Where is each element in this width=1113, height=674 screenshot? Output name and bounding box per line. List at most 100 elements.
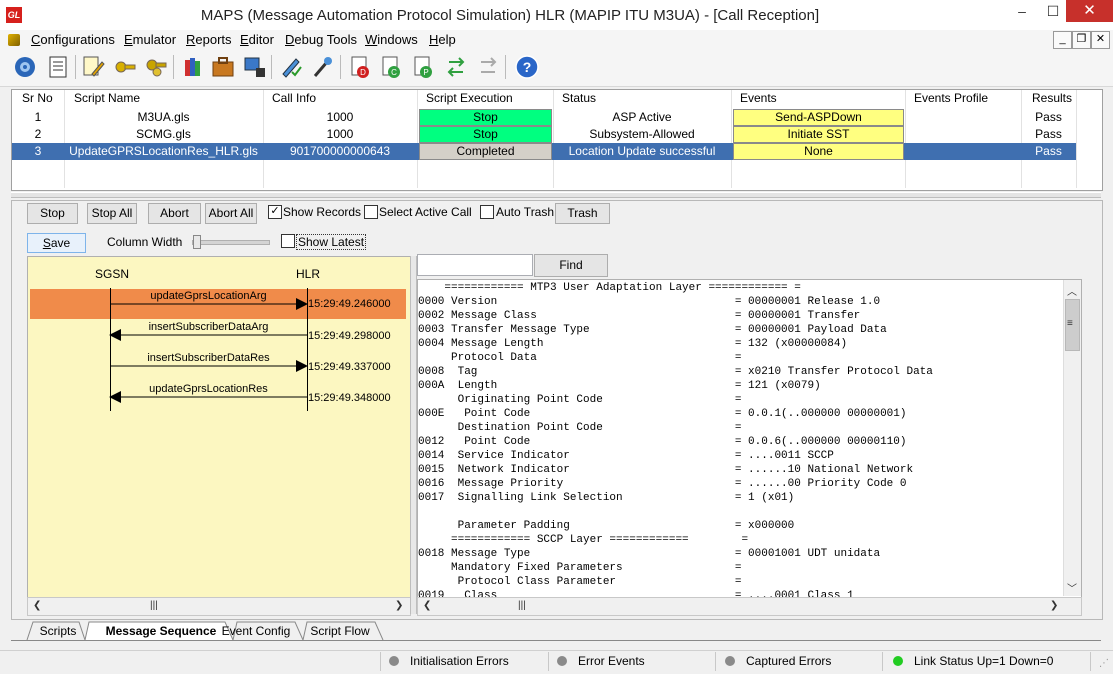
header-events-profile[interactable]: Events Profile xyxy=(914,90,988,107)
horizontal-splitter[interactable] xyxy=(11,192,1101,198)
find-button[interactable]: Find xyxy=(534,254,608,277)
row1-sr[interactable]: 1 xyxy=(12,109,64,125)
row1-stop-button[interactable]: Stop xyxy=(419,109,552,126)
row1-call-info[interactable]: 1000 xyxy=(263,109,417,125)
briefcase-icon[interactable] xyxy=(210,54,236,80)
mdi-minimize-button[interactable]: _ xyxy=(1053,31,1072,49)
decode-view[interactable]: ============ MTP3 User Adaptation Layer … xyxy=(417,279,1082,598)
scroll-thumb-grip-icon[interactable]: ||| xyxy=(150,600,158,611)
header-script-execution[interactable]: Script Execution xyxy=(426,90,513,107)
sequence-horizontal-scrollbar[interactable] xyxy=(27,597,411,616)
row3-script-name[interactable]: UpdateGPRSLocationRes_HLR.gls xyxy=(64,143,263,159)
system-menu-icon[interactable] xyxy=(8,34,20,46)
toolbar-separator xyxy=(340,55,341,79)
header-results[interactable]: Results xyxy=(1032,90,1072,107)
menu-windows[interactable]: Windows xyxy=(365,30,418,50)
scroll-down-icon[interactable]: ﹀ xyxy=(1067,580,1077,595)
row2-script-name[interactable]: SCMG.gls xyxy=(64,126,263,142)
trash-button[interactable]: Trash xyxy=(555,203,610,224)
pen-check-icon[interactable] xyxy=(278,54,304,80)
abort-button[interactable]: Abort xyxy=(148,203,201,224)
tab-script-flow[interactable]: Script Flow xyxy=(305,622,375,640)
scroll-up-icon[interactable]: ︿ xyxy=(1067,283,1077,298)
doc-p-icon[interactable]: P xyxy=(410,54,436,80)
minimize-button[interactable]: – xyxy=(1005,0,1039,22)
abort-all-button[interactable]: Abort All xyxy=(205,203,257,224)
gear-icon[interactable] xyxy=(12,54,38,80)
save-button[interactable]: Save xyxy=(27,233,86,253)
row3-event-button[interactable]: None xyxy=(733,143,904,160)
mdi-close-button[interactable]: ✕ xyxy=(1091,31,1110,49)
select-active-call-label[interactable]: Select Active Call xyxy=(379,205,472,219)
header-script-name[interactable]: Script Name xyxy=(74,90,140,107)
tab-scripts[interactable]: Scripts xyxy=(33,622,83,640)
import-export-icon[interactable] xyxy=(443,54,469,80)
scroll-right-icon[interactable]: ❯ xyxy=(1050,600,1058,611)
row1-script-name[interactable]: M3UA.gls xyxy=(64,109,263,125)
svg-text:D: D xyxy=(360,68,366,77)
show-latest-label[interactable]: Show Latest xyxy=(296,234,367,250)
row3-call-info[interactable]: 901700000000643 xyxy=(263,143,417,159)
header-status[interactable]: Status xyxy=(562,90,596,107)
message-timestamp: 15:29:49.348000 xyxy=(308,392,391,404)
close-button[interactable]: ✕ xyxy=(1066,0,1113,22)
stop-all-button[interactable]: Stop All xyxy=(87,203,137,224)
select-active-call-checkbox[interactable] xyxy=(364,205,378,219)
menu-help[interactable]: Help xyxy=(429,30,456,50)
show-records-label[interactable]: Show Records xyxy=(283,205,361,219)
monitor-lock-icon[interactable] xyxy=(242,54,268,80)
keys2-icon[interactable] xyxy=(143,54,169,80)
auto-trash-label[interactable]: Auto Trash xyxy=(496,205,554,219)
wand-icon[interactable] xyxy=(309,54,335,80)
menu-emulator[interactable]: Emulator xyxy=(124,30,176,50)
captured-errors-status[interactable]: Captured Errors xyxy=(746,654,831,668)
row1-event-button[interactable]: Send-ASPDown xyxy=(733,109,904,126)
error-events-status[interactable]: Error Events xyxy=(578,654,645,668)
message-arrow-right xyxy=(110,360,308,372)
scroll-left-icon[interactable]: ❮ xyxy=(423,600,431,611)
menu-reports[interactable]: Reports xyxy=(186,30,232,50)
scroll-right-icon[interactable]: ❯ xyxy=(395,600,403,611)
auto-trash-checkbox[interactable] xyxy=(480,205,494,219)
stop-button[interactable]: Stop xyxy=(27,203,78,224)
script-edit-icon[interactable] xyxy=(80,54,106,80)
message-timestamp: 15:29:49.246000 xyxy=(308,298,391,310)
node-sgsn: SGSN xyxy=(95,267,130,281)
row2-event-button[interactable]: Initiate SST xyxy=(733,126,904,143)
row3-sr[interactable]: 3 xyxy=(12,143,64,159)
books-icon[interactable] xyxy=(180,54,206,80)
row2-status: Subsystem-Allowed xyxy=(589,127,695,141)
mdi-restore-button[interactable]: ❐ xyxy=(1072,31,1091,49)
initialisation-errors-status[interactable]: Initialisation Errors xyxy=(410,654,509,668)
header-events[interactable]: Events xyxy=(740,90,777,107)
header-call-info[interactable]: Call Info xyxy=(272,90,316,107)
status-separator xyxy=(882,652,883,671)
menu-editor[interactable]: Editor xyxy=(240,30,274,50)
column-width-slider[interactable] xyxy=(192,240,270,245)
menu-debug-tools[interactable]: Debug Tools xyxy=(285,30,357,50)
help-icon[interactable]: ? xyxy=(514,54,540,80)
header-sr-no[interactable]: Sr No xyxy=(22,90,53,107)
keys-icon[interactable] xyxy=(112,54,138,80)
find-input[interactable] xyxy=(417,254,533,276)
tab-message-sequence[interactable]: Message Sequence xyxy=(89,622,233,640)
scroll-thumb-grip-icon[interactable]: ||| xyxy=(518,600,526,611)
column-width-slider-thumb[interactable] xyxy=(193,235,201,249)
doc-c-icon[interactable]: C xyxy=(378,54,404,80)
notebook-icon[interactable] xyxy=(45,54,71,80)
row2-sr[interactable]: 2 xyxy=(12,126,64,142)
tab-event-config[interactable]: Event Config xyxy=(218,622,294,640)
doc-d-icon[interactable]: D xyxy=(347,54,373,80)
scroll-left-icon[interactable]: ❮ xyxy=(33,600,41,611)
menu-configurations[interactable]: Configurations xyxy=(31,30,115,50)
decode-horizontal-scrollbar[interactable] xyxy=(417,597,1082,616)
row3-completed-button[interactable]: Completed xyxy=(419,143,552,160)
vertical-splitter[interactable] xyxy=(410,256,417,614)
row2-stop-button[interactable]: Stop xyxy=(419,126,552,143)
row2-call-info[interactable]: 1000 xyxy=(263,126,417,142)
maximize-button[interactable]: ☐ xyxy=(1036,0,1070,22)
show-latest-checkbox[interactable] xyxy=(281,234,295,248)
scroll-thumb-grip-icon[interactable]: ≡ xyxy=(1067,318,1073,329)
show-records-checkbox[interactable]: ✓ xyxy=(268,205,282,219)
resize-grip-icon[interactable]: ⋰ xyxy=(1099,658,1109,669)
